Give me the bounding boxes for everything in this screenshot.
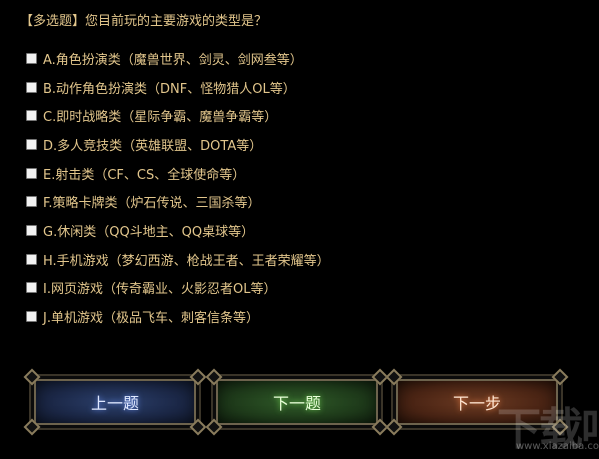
next-question-label: 下一题 (272, 394, 321, 413)
checkbox-i[interactable] (26, 282, 37, 294)
checkbox-d[interactable] (26, 138, 37, 150)
option-label-g: G.休闲类（QQ斗地主、QQ桌球等） (43, 224, 255, 240)
option-a[interactable]: A.角色扮演类（魔兽世界、剑灵、剑网叁等） (26, 44, 330, 73)
checkbox-b[interactable] (26, 81, 37, 93)
option-label-h: H.手机游戏（梦幻西游、枪战王者、王者荣耀等） (43, 253, 330, 269)
option-j[interactable]: J.单机游戏（极品飞车、刺客信条等） (26, 302, 330, 331)
option-i[interactable]: I.网页游戏（传奇霸业、火影忍者OL等） (26, 274, 330, 303)
option-label-b: B.动作角色扮演类（DNF、怪物猎人OL等） (43, 81, 296, 97)
prev-question-label: 上一题 (90, 394, 139, 413)
corner-ornament (189, 418, 207, 436)
option-d[interactable]: D.多人竞技类（英雄联盟、DOTA等） (26, 130, 330, 159)
option-label-i: I.网页游戏（传奇霸业、火影忍者OL等） (43, 282, 277, 298)
option-label-j: J.单机游戏（极品飞车、刺客信条等） (43, 311, 259, 327)
option-h[interactable]: H.手机游戏（梦幻西游、枪战王者、王者荣耀等） (26, 245, 330, 274)
option-c[interactable]: C.即时战略类（星际争霸、魔兽争霸等） (26, 101, 330, 130)
checkbox-c[interactable] (26, 110, 37, 122)
checkbox-e[interactable] (26, 167, 37, 179)
corner-ornament (385, 418, 403, 436)
prev-question-button[interactable]: 上一题 (23, 368, 207, 436)
corner-ornament (23, 368, 41, 386)
option-e[interactable]: E.射击类（CF、CS、全球使命等） (26, 159, 330, 188)
watermark-url: www.xiazaiba.com (516, 441, 599, 452)
option-g[interactable]: G.休闲类（QQ斗地主、QQ桌球等） (26, 216, 330, 245)
options-list: A.角色扮演类（魔兽世界、剑灵、剑网叁等） B.动作角色扮演类（DNF、怪物猎人… (26, 44, 330, 331)
checkbox-j[interactable] (26, 311, 37, 323)
option-label-d: D.多人竞技类（英雄联盟、DOTA等） (43, 138, 263, 154)
option-label-e: E.射击类（CF、CS、全球使命等） (43, 167, 246, 183)
option-f[interactable]: F.策略卡牌类（炉石传说、三国杀等） (26, 187, 330, 216)
option-label-a: A.角色扮演类（魔兽世界、剑灵、剑网叁等） (43, 52, 303, 68)
option-b[interactable]: B.动作角色扮演类（DNF、怪物猎人OL等） (26, 73, 330, 102)
next-step-label: 下一步 (452, 394, 501, 413)
corner-ornament (189, 368, 207, 386)
checkbox-f[interactable] (26, 196, 37, 208)
checkbox-a[interactable] (26, 52, 37, 64)
option-label-f: F.策略卡牌类（炉石传说、三国杀等） (43, 196, 261, 212)
checkbox-h[interactable] (26, 253, 37, 265)
checkbox-g[interactable] (26, 224, 37, 236)
next-question-button[interactable]: 下一题 (205, 368, 389, 436)
option-label-c: C.即时战略类（星际争霸、魔兽争霸等） (43, 110, 278, 126)
corner-ornament (205, 368, 223, 386)
corner-ornament (385, 368, 403, 386)
corner-ornament (205, 418, 223, 436)
question-title: 【多选题】您目前玩的主要游戏的类型是？ (20, 14, 268, 29)
corner-ornament (23, 418, 41, 436)
corner-ornament (551, 368, 569, 386)
